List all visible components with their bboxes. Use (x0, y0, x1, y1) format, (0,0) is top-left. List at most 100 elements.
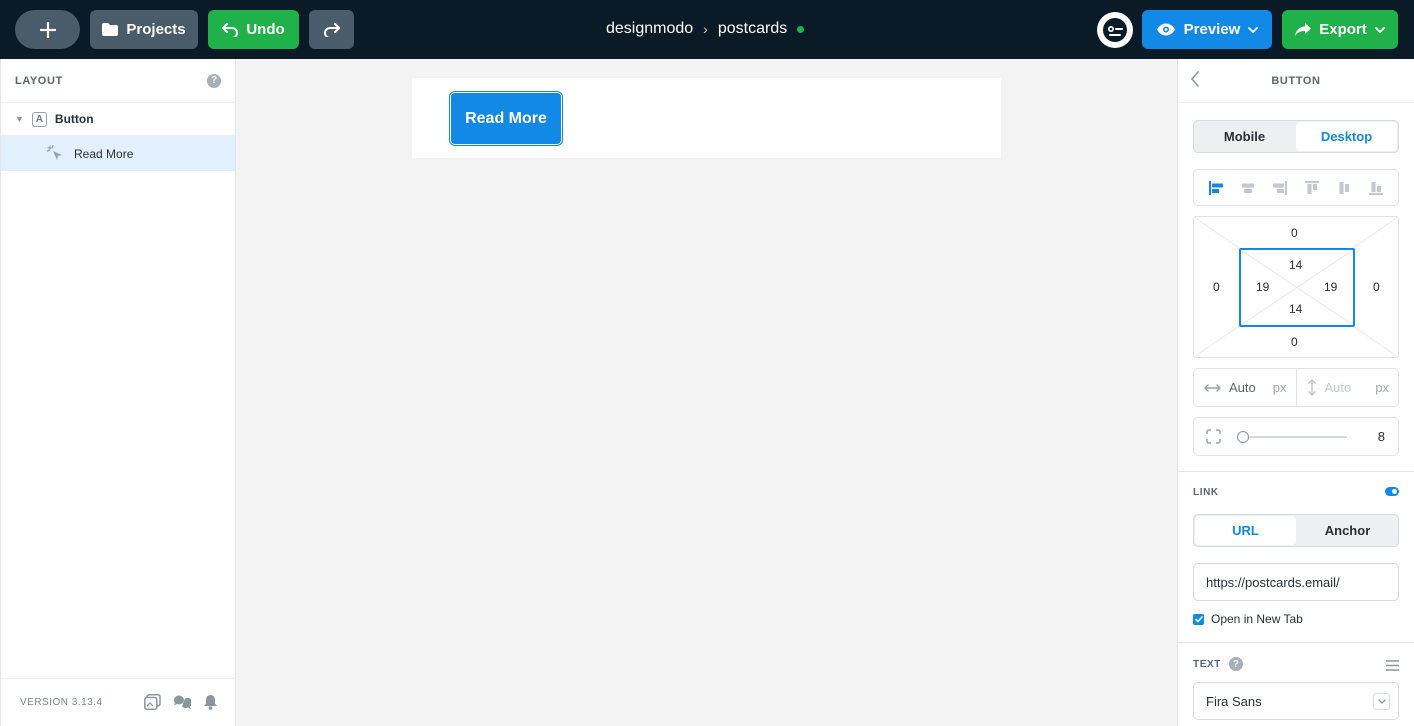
device-toggle: Mobile Desktop (1193, 120, 1399, 153)
user-face-icon (1103, 18, 1127, 42)
eye-icon (1156, 23, 1175, 36)
link-section-label: LINK (1193, 487, 1219, 498)
export-button[interactable]: Export (1282, 10, 1398, 49)
projects-label: Projects (126, 21, 186, 38)
add-button[interactable] (15, 10, 80, 49)
tab-desktop[interactable]: Desktop (1296, 122, 1397, 151)
border-radius-control: 8 (1193, 417, 1399, 456)
properties-panel: BUTTON Mobile Desktop 0 0 0 0 14 19 14 1… (1177, 59, 1414, 726)
saved-status-dot (797, 25, 805, 33)
align-center-icon[interactable] (1240, 180, 1256, 196)
open-new-tab-label: Open in New Tab (1211, 612, 1303, 626)
preview-button[interactable]: Preview (1142, 10, 1272, 49)
align-middle-icon[interactable] (1336, 180, 1352, 196)
tab-mobile[interactable]: Mobile (1194, 121, 1295, 152)
height-unit: px (1375, 380, 1389, 395)
redo-icon (323, 22, 340, 37)
undo-label: Undo (246, 21, 285, 38)
height-field[interactable]: Auto px (1295, 369, 1399, 406)
align-right-icon[interactable] (1272, 180, 1288, 196)
preview-label: Preview (1183, 21, 1241, 38)
divider (1178, 471, 1414, 472)
divider (1178, 642, 1414, 643)
font-family-select[interactable]: Fira Sans (1193, 682, 1399, 720)
text-block-icon: A (31, 111, 47, 127)
font-family-value: Fira Sans (1206, 693, 1262, 709)
open-new-tab-option[interactable]: Open in New Tab (1193, 612, 1303, 626)
breadcrumb-project[interactable]: postcards (718, 20, 787, 38)
tree-item-label: Button (54, 112, 94, 126)
align-left-icon[interactable] (1208, 180, 1224, 196)
chevron-down-icon (1248, 26, 1259, 33)
layout-panel-footer: VERSION 3.13.4 (1, 678, 236, 726)
redo-button[interactable] (309, 10, 354, 49)
radius-slider[interactable] (1237, 430, 1347, 443)
vertical-arrows-icon (1307, 379, 1316, 396)
properties-title: BUTTON (1271, 74, 1321, 87)
user-avatar[interactable] (1097, 12, 1133, 48)
horizontal-arrows-icon (1204, 383, 1221, 392)
text-section-header: TEXT ? (1193, 657, 1243, 671)
folder-icon (102, 23, 119, 36)
margin-top-value[interactable]: 0 (1291, 226, 1298, 240)
gallery-icon[interactable] (144, 694, 161, 710)
bell-icon[interactable] (203, 694, 218, 710)
padding-bottom-value[interactable]: 14 (1289, 302, 1302, 316)
version-label: VERSION 3.13.4 (20, 697, 103, 708)
padding-top-value[interactable]: 14 (1289, 258, 1302, 272)
breadcrumb-separator: › (703, 21, 708, 37)
chevron-down-icon[interactable] (1373, 693, 1390, 710)
corner-radius-icon (1206, 429, 1221, 444)
radius-slider-handle[interactable] (1237, 430, 1249, 443)
margin-right-value[interactable]: 0 (1373, 280, 1380, 294)
margin-left-value[interactable]: 0 (1213, 280, 1220, 294)
tree-item-read-more[interactable]: Read More (1, 136, 235, 171)
layout-title: LAYOUT (15, 74, 63, 87)
export-label: Export (1319, 21, 1367, 38)
footer-icons (144, 694, 218, 710)
align-top-icon[interactable] (1304, 180, 1320, 196)
menu-icon[interactable] (1386, 660, 1399, 671)
help-icon[interactable]: ? (1228, 657, 1243, 671)
open-new-tab-checkbox[interactable] (1193, 613, 1204, 625)
chat-icon[interactable] (173, 694, 191, 710)
email-block[interactable]: Read More (412, 78, 1001, 158)
radius-value[interactable]: 8 (1378, 429, 1385, 444)
spacing-box-model: 0 0 0 0 14 19 14 19 (1193, 216, 1399, 358)
link-toggle[interactable] (1385, 487, 1399, 496)
padding-left-value[interactable]: 19 (1256, 280, 1269, 294)
pointer-click-icon (47, 145, 62, 160)
projects-button[interactable]: Projects (90, 10, 198, 49)
undo-icon (222, 22, 239, 37)
tree-item-label: Read More (74, 146, 134, 161)
size-controls: Auto px Auto px (1193, 368, 1399, 407)
tree-item-button[interactable]: ▼ A Button (1, 103, 235, 136)
help-icon[interactable]: ? (207, 73, 221, 88)
breadcrumb: designmodo › postcards (606, 18, 805, 40)
align-bottom-icon[interactable] (1368, 180, 1384, 196)
tab-anchor[interactable]: Anchor (1297, 515, 1398, 546)
share-arrow-icon (1295, 23, 1312, 36)
padding-right-value[interactable]: 19 (1324, 280, 1337, 294)
layout-panel: LAYOUT ? ▼ A Button Read More VERSION 3.… (0, 59, 236, 726)
url-input[interactable]: https://postcards.email/ (1193, 563, 1399, 601)
link-type-toggle: URL Anchor (1193, 514, 1399, 547)
read-more-button[interactable]: Read More (449, 91, 563, 146)
text-section-label: TEXT (1193, 658, 1221, 670)
plus-icon (39, 21, 56, 38)
width-field[interactable]: Auto px (1194, 369, 1296, 406)
top-bar: Projects Undo designmodo › postcards Pre… (0, 0, 1414, 59)
height-value: Auto (1324, 380, 1352, 395)
checkmark-icon (1194, 615, 1203, 623)
undo-button[interactable]: Undo (208, 10, 299, 49)
breadcrumb-workspace[interactable]: designmodo (606, 20, 693, 38)
caret-down-icon[interactable]: ▼ (15, 114, 24, 124)
width-value: Auto (1229, 380, 1256, 395)
tab-url[interactable]: URL (1195, 516, 1296, 545)
editor-canvas[interactable]: Read More (236, 59, 1177, 726)
margin-bottom-value[interactable]: 0 (1291, 335, 1298, 349)
chevron-left-icon[interactable] (1190, 71, 1200, 87)
layout-panel-header: LAYOUT ? (1, 59, 235, 103)
properties-header: BUTTON (1178, 59, 1414, 103)
chevron-down-icon (1374, 26, 1385, 33)
